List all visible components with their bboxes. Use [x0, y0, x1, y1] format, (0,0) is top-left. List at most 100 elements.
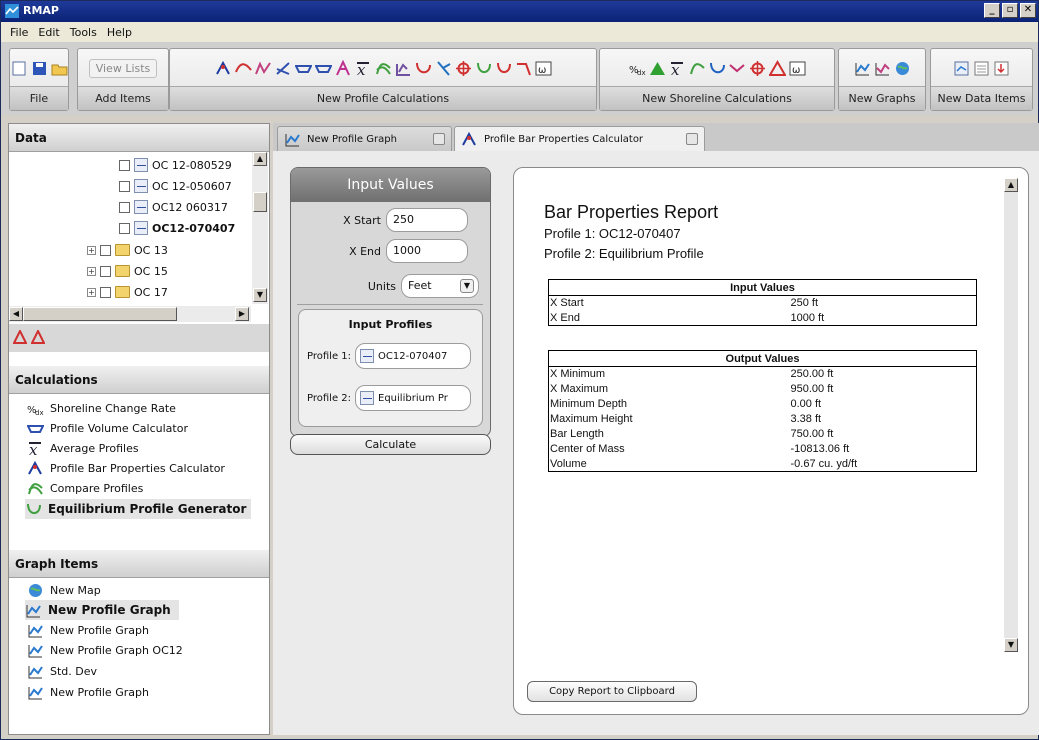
calculate-button[interactable]: Calculate	[290, 434, 491, 455]
tab-bar-properties-calculator[interactable]: Profile Bar Properties Calculator	[454, 126, 705, 151]
units-select[interactable]: Feet ▼	[401, 274, 479, 298]
scroll-thumb[interactable]	[253, 192, 267, 212]
tree-item[interactable]: OC 12-080529	[119, 156, 232, 174]
equilibrium-alt-icon[interactable]	[495, 60, 512, 77]
profile1-selector[interactable]: OC12-070407	[355, 343, 472, 369]
profile-stats-icon[interactable]	[395, 60, 412, 77]
scroll-down-arrow[interactable]: ▼	[253, 288, 267, 302]
scroll-thumb[interactable]	[23, 307, 177, 321]
scroll-left-arrow[interactable]: ◀	[9, 307, 23, 321]
data-import-icon[interactable]	[993, 60, 1010, 77]
data-file-icon[interactable]	[953, 60, 970, 77]
tree-folder[interactable]: + OC 17	[87, 283, 168, 301]
view-lists-button[interactable]: View Lists	[88, 58, 158, 78]
average-shoreline-icon[interactable]: x	[669, 60, 686, 79]
shoreline-formula-icon[interactable]: ω	[789, 60, 806, 77]
new-file-icon[interactable]	[11, 60, 28, 77]
menu-edit[interactable]: Edit	[33, 26, 64, 39]
menu-file[interactable]: File	[5, 26, 33, 39]
tab-new-profile-graph[interactable]: New Profile Graph	[277, 126, 452, 151]
profile-map-icon[interactable]	[254, 60, 272, 77]
scroll-down-arrow[interactable]: ▼	[1004, 638, 1018, 652]
volume-icon[interactable]	[293, 60, 313, 77]
tree-folder[interactable]: + OC 13	[87, 241, 168, 259]
shoreline-crosshair-icon[interactable]	[749, 60, 766, 77]
profile-curve-icon[interactable]	[234, 60, 252, 77]
expand-icon[interactable]: +	[87, 287, 96, 297]
tree-horizontal-scrollbar[interactable]: ◀ ▶	[9, 306, 251, 322]
shoreline-change-icon[interactable]	[335, 59, 352, 77]
tree-item[interactable]: OC 12-050607	[119, 177, 232, 195]
checkbox[interactable]	[119, 159, 130, 171]
minimize-button[interactable]: _	[984, 3, 1000, 18]
calc-bar-properties[interactable]: Profile Bar Properties Calculator	[27, 458, 225, 478]
tree-item[interactable]: OC12 060317	[119, 198, 228, 216]
copy-report-button[interactable]: Copy Report to Clipboard	[527, 681, 697, 702]
profile-graph-icon[interactable]	[854, 60, 871, 77]
data-section-header[interactable]: Data	[9, 124, 269, 152]
tree-item-selected[interactable]: OC12-070407	[119, 219, 235, 237]
checkbox[interactable]	[100, 265, 111, 277]
x-start-field[interactable]: 250	[386, 208, 468, 232]
menu-help[interactable]: Help	[102, 26, 137, 39]
profile-slope-icon[interactable]	[515, 60, 532, 77]
maximize-button[interactable]: ▫	[1002, 3, 1018, 18]
triangle-tool-icon[interactable]	[12, 328, 28, 347]
shoreline-rate-icon[interactable]: % dx	[629, 60, 646, 77]
bar-properties-icon[interactable]	[215, 60, 232, 77]
shoreline-arrows-icon[interactable]	[728, 60, 746, 77]
menu-tools[interactable]: Tools	[65, 26, 102, 39]
calc-equilibrium-profile[interactable]: Equilibrium Profile Generator	[25, 499, 251, 519]
expand-icon[interactable]: +	[87, 266, 96, 276]
scroll-up-arrow[interactable]: ▲	[253, 152, 267, 166]
checkbox[interactable]	[100, 286, 111, 298]
calc-shoreline-change-rate[interactable]: % dx Shoreline Change Rate	[27, 398, 176, 418]
triangle-tool-alt-icon[interactable]	[30, 328, 46, 347]
checkbox[interactable]	[119, 201, 130, 213]
graph-items-section-header[interactable]: Graph Items	[9, 550, 269, 578]
profile-fork-icon[interactable]	[435, 60, 452, 77]
profile-compare-icon[interactable]	[275, 60, 292, 77]
compare-profiles-icon[interactable]	[375, 60, 392, 77]
tab-close-button[interactable]	[433, 133, 445, 145]
graph-item-profile-graph[interactable]: New Profile Graph	[27, 682, 149, 702]
crosshair-icon[interactable]	[455, 60, 472, 77]
expand-icon[interactable]: +	[87, 245, 96, 255]
triangle-outline-icon[interactable]	[767, 59, 787, 77]
open-folder-icon[interactable]	[51, 60, 68, 77]
tree-vertical-scrollbar[interactable]: ▲ ▼	[252, 152, 268, 304]
average-icon[interactable]: x	[355, 60, 372, 79]
chevron-down-icon[interactable]: ▼	[460, 279, 474, 293]
save-icon[interactable]	[31, 60, 48, 77]
x-end-field[interactable]: 1000	[386, 239, 468, 263]
globe-icon[interactable]	[894, 60, 911, 77]
scroll-right-arrow[interactable]: ▶	[235, 307, 249, 321]
formula-icon[interactable]: ω	[535, 60, 552, 77]
equilibrium-icon[interactable]	[475, 60, 492, 77]
graph-item-profile-graph[interactable]: New Profile Graph	[27, 620, 149, 640]
profile-hook-icon[interactable]	[415, 60, 432, 77]
volume-alt-icon[interactable]	[313, 60, 333, 77]
scroll-up-arrow[interactable]: ▲	[1004, 178, 1018, 192]
graph-item-profile-graph-selected[interactable]: New Profile Graph	[25, 600, 179, 620]
profile2-selector[interactable]: Equilibrium Pr	[355, 385, 472, 411]
calculations-section-header[interactable]: Calculations	[9, 366, 269, 394]
calc-profile-volume[interactable]: Profile Volume Calculator	[26, 418, 188, 438]
close-button[interactable]: ✕	[1020, 3, 1036, 18]
report-scrollbar[interactable]: ▲ ▼	[1004, 178, 1018, 652]
tree-folder[interactable]: + OC 15	[87, 262, 168, 280]
graph-item-new-map[interactable]: New Map	[27, 580, 101, 600]
tab-close-button[interactable]	[686, 133, 698, 145]
profile-graph-alt-icon[interactable]	[874, 60, 891, 77]
checkbox[interactable]	[119, 180, 130, 192]
shoreline-compare-icon[interactable]	[689, 60, 706, 77]
data-sheet-icon[interactable]	[973, 60, 990, 77]
graph-item-std-dev[interactable]: Std. Dev	[27, 661, 97, 681]
calc-compare-profiles[interactable]: Compare Profiles	[27, 478, 143, 498]
checkbox[interactable]	[100, 244, 111, 256]
shoreline-hook-icon[interactable]	[709, 60, 726, 77]
calc-average-profiles[interactable]: x Average Profiles	[27, 438, 139, 459]
triangle-green-icon[interactable]	[649, 60, 666, 77]
graph-item-profile-graph-oc12[interactable]: New Profile Graph OC12	[27, 640, 183, 660]
checkbox[interactable]	[119, 222, 130, 234]
